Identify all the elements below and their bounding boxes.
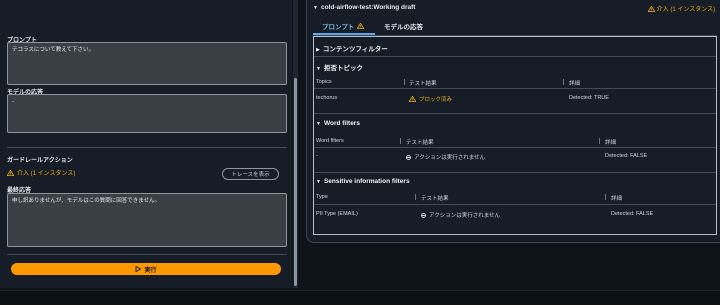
guardrail-status-text: 介入 (1 インスタンス) xyxy=(17,171,76,177)
divider xyxy=(314,204,716,205)
column-header: Type xyxy=(316,194,328,200)
model-response-field: - xyxy=(7,94,287,133)
column-header: 詳細 xyxy=(611,196,623,202)
warning-icon xyxy=(357,23,365,29)
run-button[interactable]: 実行 xyxy=(11,263,281,275)
column-header: テスト結果 xyxy=(409,81,437,87)
caret-right-icon: ▶ xyxy=(316,47,320,53)
column-separator xyxy=(599,138,600,144)
column-separator xyxy=(404,79,405,85)
table-cell-result: アクションは実行されません xyxy=(406,153,485,161)
final-response-field: 申し訳ありませんが、モデルはこの質問に回答できません。 xyxy=(7,193,287,247)
tab-model-response[interactable]: モデルの応答 xyxy=(384,21,423,31)
guardrail-title[interactable]: ▼ cold-airflow-test:Working draft xyxy=(313,4,415,11)
column-header: テスト結果 xyxy=(406,140,434,146)
divider xyxy=(314,113,716,114)
caret-down-icon: ▼ xyxy=(316,121,321,127)
denied-topics-section[interactable]: ▼ 拒否トピック xyxy=(316,62,363,72)
warning-icon xyxy=(647,5,656,13)
column-header: Word filters xyxy=(316,138,344,144)
table-cell-detail: Detected: FALSE xyxy=(605,153,648,159)
column-separator xyxy=(415,194,416,200)
table-cell-result: ブロック済み xyxy=(409,95,452,103)
run-button-label: 実行 xyxy=(144,267,157,274)
caret-down-icon: ▼ xyxy=(316,66,321,72)
divider xyxy=(314,172,716,173)
section-divider xyxy=(7,147,287,148)
filter-results-container xyxy=(313,36,717,235)
table-cell-detail: Detected: FALSE xyxy=(611,211,654,217)
table-cell-detail: Detected: TRUE xyxy=(569,95,609,101)
word-filters-section[interactable]: ▼ Word filters xyxy=(316,120,360,127)
divider xyxy=(314,88,716,89)
prompt-input[interactable]: テコラスについて教えて下さい。 xyxy=(7,42,287,85)
trace-status-text: 介入 (1 インスタンス) xyxy=(656,7,716,13)
column-header: 詳細 xyxy=(605,140,617,146)
content-filter-section[interactable]: ▶ コンテンツフィルター xyxy=(316,43,388,53)
column-header: Topics xyxy=(316,79,332,85)
table-cell-word: - xyxy=(316,153,318,159)
tab-active-indicator xyxy=(313,33,375,35)
no-action-icon xyxy=(421,212,426,218)
table-cell-result: アクションは実行されません xyxy=(421,211,500,219)
play-icon xyxy=(136,266,142,272)
guardrail-status: 介入 (1 インスタンス) xyxy=(7,168,75,177)
footer-bar xyxy=(0,290,720,305)
trace-status: 介入 (1 インスタンス) xyxy=(647,4,716,13)
column-separator xyxy=(605,194,606,200)
table-cell-type: PII Type (EMAIL) xyxy=(316,211,358,217)
divider xyxy=(314,56,716,57)
column-separator xyxy=(563,79,564,85)
tab-prompt[interactable]: プロンプト xyxy=(322,21,365,31)
section-divider xyxy=(7,254,287,255)
no-action-icon xyxy=(406,154,411,160)
column-header: テスト結果 xyxy=(421,196,449,202)
warning-icon xyxy=(7,169,14,176)
divider xyxy=(314,147,716,148)
caret-down-icon: ▼ xyxy=(313,5,318,11)
column-header: 詳細 xyxy=(569,81,581,87)
guardrail-action-label: ガードレールアクション xyxy=(7,158,73,164)
caret-down-icon: ▼ xyxy=(316,179,321,185)
table-cell-topic: techorus xyxy=(316,95,338,101)
column-separator xyxy=(400,138,401,144)
warning-icon xyxy=(409,96,416,102)
scrollbar-thumb[interactable] xyxy=(294,78,297,286)
sensitive-info-section[interactable]: ▼ Sensitive information filters xyxy=(316,178,410,185)
show-trace-button[interactable]: トレースを表示 xyxy=(222,168,279,180)
